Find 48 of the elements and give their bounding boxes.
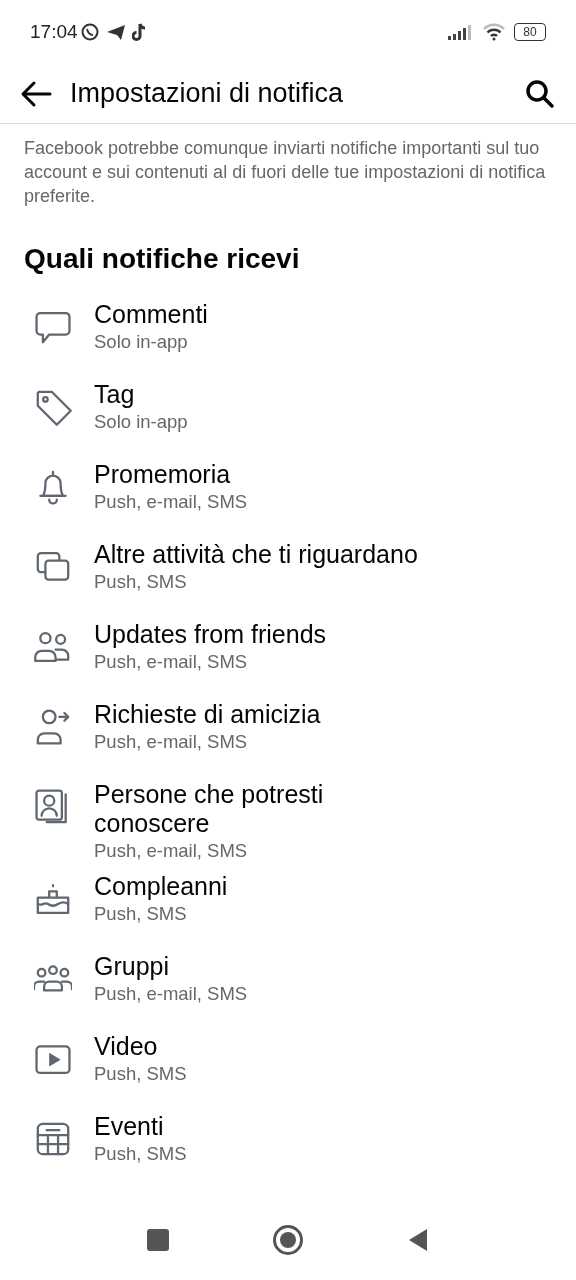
setting-title: Gruppi xyxy=(94,952,171,981)
clock: 17:04 xyxy=(30,19,78,44)
setting-summary: Push, e-mail, SMS xyxy=(94,650,249,674)
notification-setting-item[interactable]: Richieste di amicizia Push, e-mail, SMS xyxy=(0,696,576,776)
setting-summary: Push, SMS xyxy=(94,1062,188,1086)
wifi-icon xyxy=(482,23,506,41)
signal-icon xyxy=(448,24,474,40)
notification-setting-item[interactable]: Tag Solo in-app xyxy=(0,376,576,456)
notification-setting-item[interactable]: Promemoria Push, e-mail, SMS xyxy=(0,456,576,536)
setting-summary: Push, e-mail, SMS xyxy=(94,839,249,863)
calendar-icon xyxy=(34,1120,72,1158)
section-heading: Quali notifiche ricevi xyxy=(23,243,301,275)
setting-summary: Push, SMS xyxy=(94,1142,188,1166)
setting-title: Richieste di amicizia xyxy=(94,700,322,729)
tag-icon xyxy=(34,388,72,426)
setting-title: Altre attività che ti riguardano xyxy=(94,540,419,569)
setting-title: Promemoria xyxy=(94,460,232,489)
setting-title: Tag xyxy=(94,380,136,409)
notification-setting-item[interactable]: Persone che potresti conoscere Push, e-mail, SMS xyxy=(0,776,576,868)
battery-indicator: 80 xyxy=(514,23,546,41)
notification-setting-item[interactable]: Commenti Solo in-app xyxy=(0,296,576,376)
notification-setting-item[interactable]: Updates from friends Push, e-mail, SMS xyxy=(0,616,576,696)
person-arrow-icon xyxy=(34,708,72,746)
setting-title: Compleanni xyxy=(94,872,229,901)
notification-setting-item[interactable]: Gruppi Push, e-mail, SMS xyxy=(0,948,576,1028)
notification-setting-item[interactable]: Altre attività che ti riguardano Push, SMS xyxy=(0,536,576,616)
page-title: Impostazioni di notifica xyxy=(70,77,345,111)
setting-title: Commenti xyxy=(94,300,209,329)
setting-title: Eventi xyxy=(94,1112,165,1141)
home-button[interactable] xyxy=(273,1225,303,1255)
chat-bubble-icon xyxy=(79,22,100,42)
notification-setting-item[interactable]: Compleanni Push, SMS xyxy=(0,868,576,948)
setting-summary: Push, SMS xyxy=(94,570,188,594)
setting-title: Video xyxy=(94,1032,159,1061)
setting-title: Updates from friends xyxy=(94,620,328,649)
notification-setting-item[interactable]: Eventi Push, SMS xyxy=(0,1108,576,1188)
music-note-icon xyxy=(131,22,148,42)
setting-summary: Push, e-mail, SMS xyxy=(94,982,249,1006)
notification-setting-item[interactable]: Video Push, SMS xyxy=(0,1028,576,1108)
back-nav-button[interactable] xyxy=(407,1228,429,1252)
setting-title: Persone che potresti conoscere xyxy=(94,780,325,838)
setting-summary: Push, e-mail, SMS xyxy=(94,490,249,514)
setting-summary: Push, e-mail, SMS xyxy=(94,730,249,754)
setting-summary: Solo in-app xyxy=(94,330,189,354)
info-note: Facebook potrebbe comunque inviarti notifiche importanti sul tuo account e sui contenuti al di fuori delle tue impostazioni di notifica preferite. xyxy=(23,137,547,208)
setting-summary: Push, SMS xyxy=(94,902,188,926)
paper-plane-icon xyxy=(105,23,126,41)
setting-summary: Solo in-app xyxy=(94,410,189,434)
